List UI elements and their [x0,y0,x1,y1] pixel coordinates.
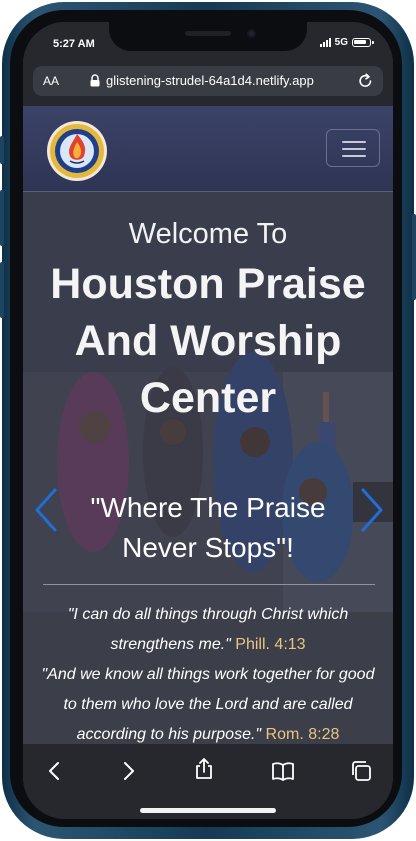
church-flame-logo-icon[interactable] [46,120,108,182]
status-indicators: 5G [319,37,374,48]
phone-screen: 5:27 AM 5G AA glistening-strudel-64a1d4.… [23,22,393,819]
tagline: "Where The Praise Never Stops"! [90,492,326,563]
verse-text: "I can do all things through Christ whic… [67,606,349,653]
signal-icon [319,38,331,47]
network-label: 5G [334,37,348,48]
share-icon[interactable] [192,757,216,781]
reload-icon[interactable] [357,72,374,89]
address-bar[interactable]: AA glistening-strudel-64a1d4.netlify.app [33,66,383,96]
forward-icon[interactable] [116,759,140,783]
status-bar: 5:27 AM 5G [23,22,393,66]
back-icon[interactable] [43,759,67,783]
power-button [412,214,416,300]
notch [109,22,307,51]
volume-down-button [0,262,4,318]
carousel-prev-icon[interactable] [33,488,59,532]
browser-address-area: AA glistening-strudel-64a1d4.netlify.app [23,66,393,106]
tabs-icon[interactable] [349,759,373,783]
carousel-next-icon[interactable] [359,488,385,532]
camera-icon [247,29,256,38]
volume-up-button [0,190,4,246]
hero-divider [43,584,375,585]
church-title: Houston Praise And Worship Center [50,260,366,422]
verse-reference: Rom. 8:28 [265,726,340,743]
home-indicator[interactable] [140,808,276,813]
status-time: 5:27 AM [53,38,95,50]
mute-switch [0,136,4,164]
speaker-grille [185,31,231,36]
text-size-button[interactable]: AA [43,74,59,88]
scripture-verses: "I can do all things through Christ whic… [33,600,383,744]
hero-carousel: Welcome To Houston Praise And Worship Ce… [23,192,393,744]
battery-icon [352,38,374,47]
url-text[interactable]: glistening-strudel-64a1d4.netlify.app [106,73,314,88]
site-navbar [23,106,393,192]
menu-toggle-button[interactable] [326,129,380,167]
welcome-text: Welcome To [128,218,288,250]
lock-icon [90,74,100,87]
verse-reference: Phill. 4:13 [235,636,306,653]
bookmarks-icon[interactable] [271,759,295,783]
